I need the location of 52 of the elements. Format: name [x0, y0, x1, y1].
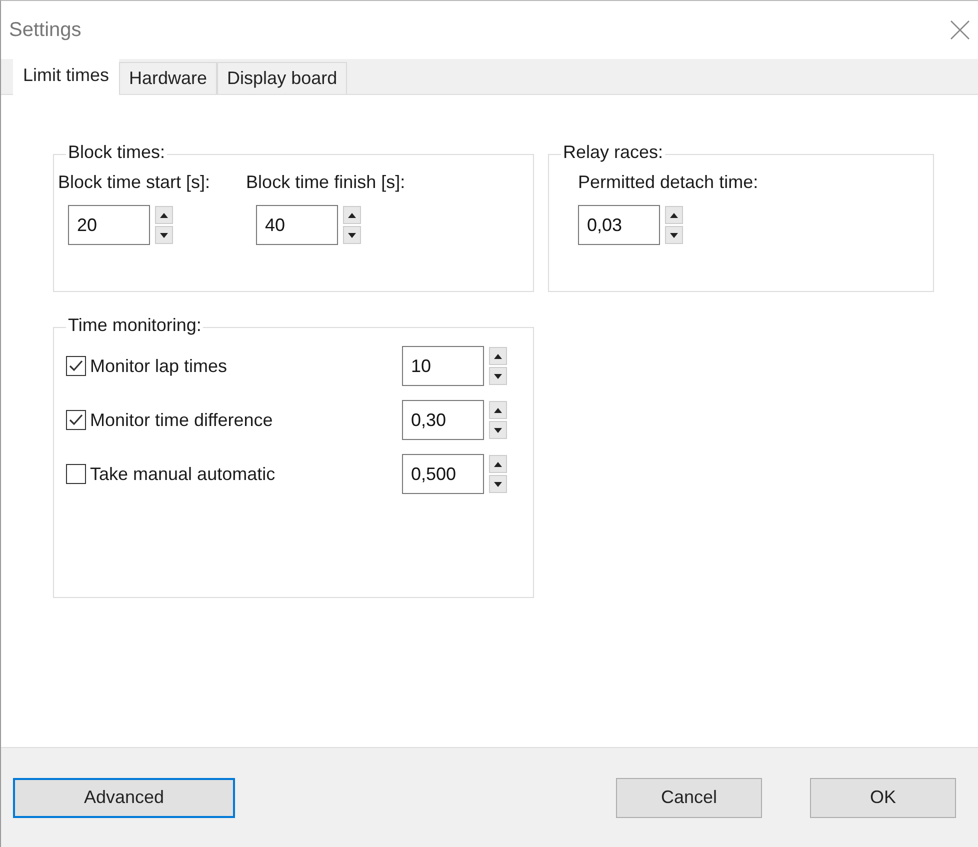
number-field[interactable]: 10 [402, 346, 484, 386]
spin-down-button[interactable] [489, 475, 507, 493]
down-triangle-icon [494, 374, 502, 378]
spin-down-button[interactable] [155, 226, 173, 244]
spin-down-button[interactable] [343, 226, 362, 244]
up-triangle-icon [494, 462, 502, 466]
dialog-button[interactable]: Cancel [616, 778, 762, 818]
spin-down-button[interactable] [665, 226, 683, 244]
checkbox-box[interactable] [66, 464, 86, 484]
group-title: Relay races: [562, 143, 664, 161]
tab[interactable]: Display board [217, 62, 348, 94]
spin-up-button[interactable] [489, 347, 507, 365]
up-triangle-icon [160, 212, 168, 218]
field-label: Block time finish [s]: [246, 171, 406, 194]
spin-up-button[interactable] [665, 206, 683, 224]
number-field[interactable]: 0,30 [402, 400, 484, 440]
down-triangle-icon [494, 428, 502, 432]
down-triangle-icon [160, 232, 168, 238]
dialog-button[interactable]: OK [810, 778, 956, 818]
checkbox-label[interactable]: Monitor lap times [90, 352, 228, 380]
spin-up-button[interactable] [489, 401, 507, 419]
number-field[interactable]: 40 [256, 205, 338, 245]
number-field[interactable]: 0,03 [578, 205, 660, 245]
up-triangle-icon [494, 354, 502, 358]
group-title: Block times: [67, 143, 166, 161]
number-field[interactable]: 0,500 [402, 454, 484, 494]
tab[interactable]: Limit times [13, 59, 120, 95]
checkbox-label[interactable]: Take manual automatic [90, 460, 276, 488]
field-label: Permitted detach time: [578, 171, 760, 194]
group-title: Time monitoring: [67, 316, 202, 334]
spin-up-button[interactable] [155, 206, 173, 224]
checkbox-box[interactable] [66, 356, 86, 376]
up-triangle-icon [494, 408, 502, 412]
field-label: Block time start [s]: [58, 171, 210, 194]
spin-down-button[interactable] [489, 421, 507, 439]
checkmark-icon [68, 359, 84, 373]
spin-up-button[interactable] [489, 455, 507, 473]
spin-down-button[interactable] [489, 367, 507, 385]
down-triangle-icon [670, 232, 678, 238]
up-triangle-icon [670, 212, 678, 218]
down-triangle-icon [494, 482, 502, 486]
checkbox-label[interactable]: Monitor time difference [90, 406, 273, 434]
close-button[interactable] [950, 18, 970, 42]
tab[interactable]: Hardware [119, 62, 218, 94]
dialog-button[interactable]: Advanced [13, 778, 235, 818]
window-title: Settings [9, 18, 82, 43]
down-triangle-icon [348, 232, 356, 238]
checkbox-box[interactable] [66, 410, 86, 430]
spin-up-button[interactable] [343, 206, 362, 224]
up-triangle-icon [348, 212, 356, 218]
number-field[interactable]: 20 [68, 205, 150, 245]
checkmark-icon [68, 413, 84, 427]
